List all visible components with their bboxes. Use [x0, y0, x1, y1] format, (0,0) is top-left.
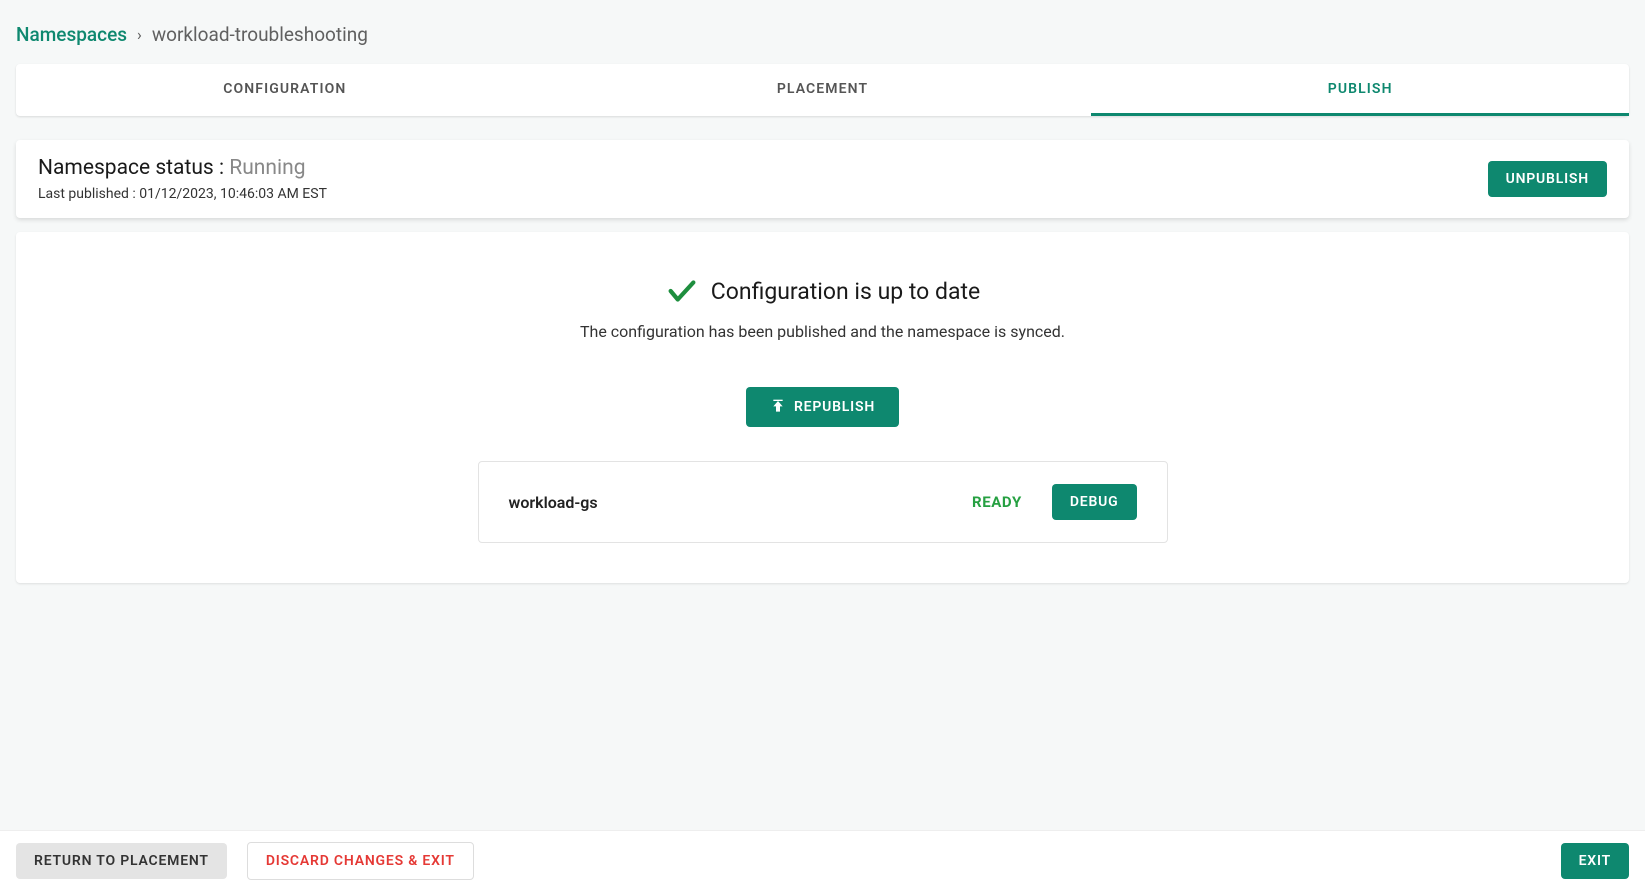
- tab-placement[interactable]: PLACEMENT: [554, 64, 1092, 116]
- footer-bar: RETURN TO PLACEMENT DISCARD CHANGES & EX…: [0, 830, 1645, 890]
- workload-status-badge: READY: [972, 493, 1022, 511]
- breadcrumb: Namespaces › workload-troubleshooting: [16, 16, 1629, 52]
- debug-button[interactable]: DEBUG: [1052, 484, 1137, 520]
- tabs: CONFIGURATION PLACEMENT PUBLISH: [16, 64, 1629, 116]
- config-status-header: Configuration is up to date: [665, 274, 980, 308]
- discard-changes-exit-button[interactable]: DISCARD CHANGES & EXIT: [247, 842, 474, 880]
- workload-row: workload-gs READY DEBUG: [478, 461, 1168, 543]
- checkmark-icon: [665, 274, 699, 308]
- namespace-status-card: Namespace status : Running Last publishe…: [16, 140, 1629, 218]
- config-status-subtext: The configuration has been published and…: [580, 322, 1065, 341]
- publish-up-icon: [770, 399, 786, 415]
- breadcrumb-root-link[interactable]: Namespaces: [16, 23, 127, 46]
- namespace-status-title: Namespace status : Running: [38, 156, 327, 180]
- republish-button[interactable]: REPUBLISH: [746, 387, 899, 427]
- republish-label: REPUBLISH: [794, 399, 875, 415]
- tab-publish[interactable]: PUBLISH: [1091, 64, 1629, 116]
- breadcrumb-current: workload-troubleshooting: [152, 23, 368, 46]
- breadcrumb-separator: ›: [137, 25, 142, 44]
- namespace-status-value: Running: [229, 156, 305, 180]
- config-status-heading: Configuration is up to date: [711, 278, 980, 305]
- namespace-status-label: Namespace status :: [38, 156, 229, 180]
- status-info: Namespace status : Running Last publishe…: [38, 156, 327, 202]
- return-to-placement-button[interactable]: RETURN TO PLACEMENT: [16, 843, 227, 879]
- last-published-label: Last published :: [38, 186, 139, 202]
- last-published-text: Last published : 01/12/2023, 10:46:03 AM…: [38, 186, 327, 202]
- unpublish-button[interactable]: UNPUBLISH: [1488, 161, 1607, 197]
- publish-main-card: Configuration is up to date The configur…: [16, 232, 1629, 583]
- workload-name: workload-gs: [509, 493, 943, 512]
- last-published-value: 01/12/2023, 10:46:03 AM EST: [139, 186, 327, 202]
- tab-configuration[interactable]: CONFIGURATION: [16, 64, 554, 116]
- exit-button[interactable]: EXIT: [1561, 843, 1629, 879]
